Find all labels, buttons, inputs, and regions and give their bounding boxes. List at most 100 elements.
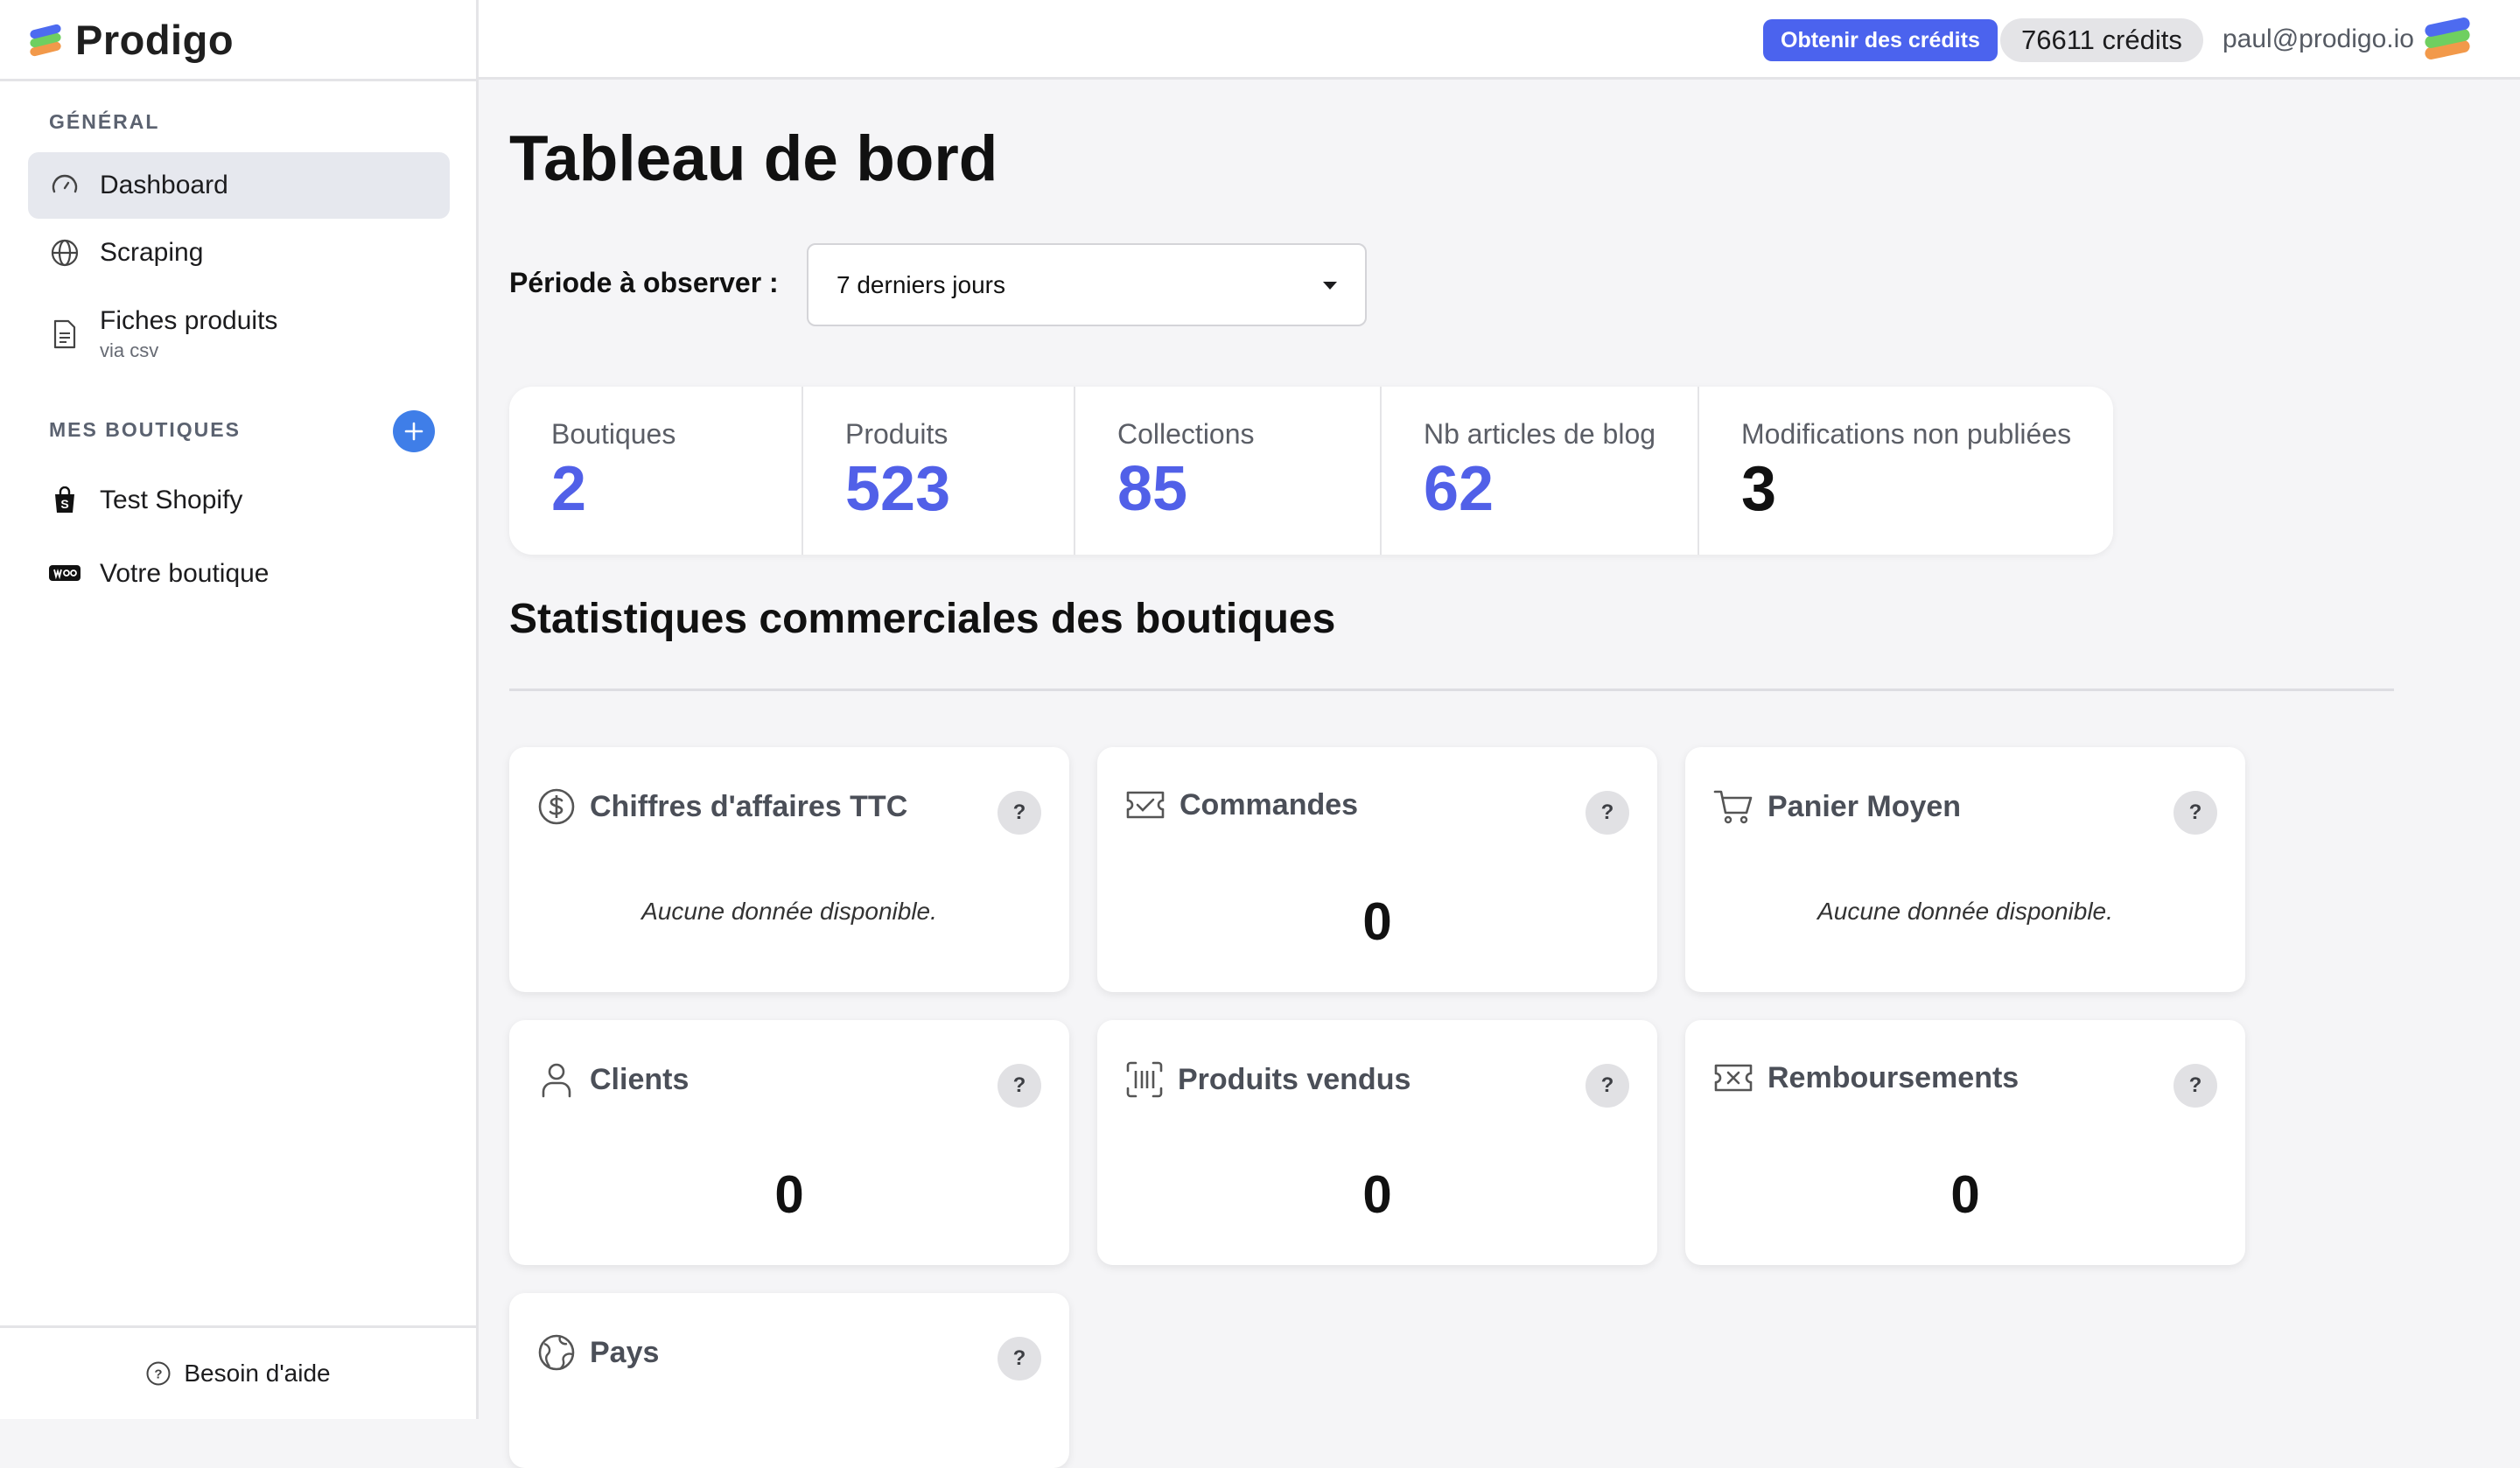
help-button[interactable]: ? xyxy=(998,791,1041,835)
add-shop-button[interactable] xyxy=(393,410,435,452)
globe-icon xyxy=(49,237,80,269)
help-button[interactable]: ? xyxy=(2174,1064,2217,1108)
sidebar-item-fiches-produits[interactable]: Fiches produits via csv xyxy=(28,294,450,374)
plus-icon xyxy=(404,422,424,441)
barcode-scan-icon xyxy=(1126,1061,1163,1098)
stat-value: 523 xyxy=(845,454,951,524)
ticket-check-icon xyxy=(1126,791,1165,819)
help-button[interactable]: ? xyxy=(1586,791,1629,835)
stat-articles-blog: Nb articles de blog 62 xyxy=(1382,387,1699,555)
sidebar-item-test-shopify[interactable]: S Test Shopify xyxy=(28,467,450,534)
sidebar-item-scraping[interactable]: Scraping xyxy=(28,220,450,286)
stat-value: 85 xyxy=(1117,454,1188,524)
sidebar-item-label: Test Shopify xyxy=(100,486,243,514)
card-title: Clients xyxy=(590,1062,690,1096)
logo[interactable]: Prodigo xyxy=(26,0,234,79)
card-empty-message: Aucune donnée disponible. xyxy=(1817,898,2113,925)
card-title: Pays xyxy=(590,1335,660,1369)
card-header: Produits vendus xyxy=(1125,1060,1410,1099)
section-title: Statistiques commerciales des boutiques xyxy=(509,596,1336,642)
stat-label: Nb articles de blog xyxy=(1424,418,1656,450)
card-header: Commandes xyxy=(1125,787,1358,822)
stats-summary: Boutiques 2 Produits 523 Collections 85 … xyxy=(509,387,2113,555)
help-circle-icon: ? xyxy=(146,1361,171,1386)
prodigo-logo-icon xyxy=(30,24,61,57)
card-title: Produits vendus xyxy=(1178,1062,1411,1096)
svg-text:?: ? xyxy=(155,1367,163,1382)
section-label-mes-boutiques: MES BOUTIQUES xyxy=(49,418,241,441)
sidebar-item-sublabel: via csv xyxy=(100,339,159,361)
page-title: Tableau de bord xyxy=(509,123,998,194)
card-title: Remboursements xyxy=(1768,1060,2020,1094)
sidebar-item-label: Scraping xyxy=(100,238,204,267)
card-title: Commandes xyxy=(1180,787,1359,821)
card-empty-message: Aucune donnée disponible. xyxy=(641,898,937,925)
chevron-down-icon xyxy=(1323,282,1337,290)
section-label-general: GÉNÉRAL xyxy=(49,110,160,133)
cart-icon xyxy=(1713,790,1753,824)
stat-label: Modifications non publiées xyxy=(1741,418,2072,450)
sidebar-item-dashboard[interactable]: Dashboard xyxy=(28,152,450,219)
card-produits-vendus: Produits vendus ? 0 xyxy=(1097,1020,1657,1265)
get-credits-button[interactable]: Obtenir des crédits xyxy=(1763,19,1998,61)
svg-text:S: S xyxy=(60,497,68,511)
help-button[interactable]: ? xyxy=(2174,791,2217,835)
shopify-bag-icon: S xyxy=(49,485,80,516)
card-clients: Clients ? 0 xyxy=(509,1020,1069,1265)
document-icon xyxy=(49,318,80,350)
stat-value: 62 xyxy=(1424,454,1494,524)
card-header: Panier Moyen xyxy=(1713,787,1961,826)
sidebar-divider xyxy=(0,79,476,81)
user-icon xyxy=(542,1063,571,1098)
period-select-value: 7 derniers jours xyxy=(836,270,1005,298)
credits-badge: 76611 crédits xyxy=(2000,18,2203,62)
stat-modifications: Modifications non publiées 3 xyxy=(1699,387,2113,555)
stat-label: Produits xyxy=(845,418,948,450)
sidebar-item-votre-boutique[interactable]: Votre boutique xyxy=(28,541,450,607)
card-header: Clients xyxy=(537,1060,689,1099)
card-header: Remboursements xyxy=(1713,1060,2019,1095)
card-panier-moyen: Panier Moyen ? Aucune donnée disponible. xyxy=(1685,747,2245,992)
period-select[interactable]: 7 derniers jours xyxy=(807,243,1367,326)
stat-produits: Produits 523 xyxy=(803,387,1075,555)
sidebar: Prodigo GÉNÉRAL Dashboard Scraping Fiche… xyxy=(0,0,479,1419)
card-pays: Pays ? xyxy=(509,1293,1069,1468)
gauge-icon xyxy=(49,170,80,201)
stat-value: 3 xyxy=(1741,454,1777,524)
card-header: Chiffres d'affaires TTC xyxy=(537,787,907,826)
period-label: Période à observer : xyxy=(509,267,779,298)
stat-label: Collections xyxy=(1117,418,1255,450)
avatar-logo-icon xyxy=(2425,17,2470,59)
ticket-x-icon xyxy=(1714,1064,1753,1092)
help-link[interactable]: ? Besoin d'aide xyxy=(0,1325,476,1419)
card-value: 0 xyxy=(1950,1165,1980,1224)
sidebar-item-label: Dashboard xyxy=(100,171,228,199)
sidebar-item-label: Fiches produits xyxy=(100,306,278,335)
card-value: 0 xyxy=(774,1165,804,1224)
help-button[interactable]: ? xyxy=(998,1064,1041,1108)
card-value: 0 xyxy=(1362,892,1392,951)
card-commandes: Commandes ? 0 xyxy=(1097,747,1657,992)
help-button[interactable]: ? xyxy=(998,1337,1041,1381)
sidebar-item-label: Votre boutique xyxy=(100,559,270,588)
woocommerce-icon xyxy=(49,558,80,590)
sidebar-item-text: Fiches produits via csv xyxy=(100,306,277,362)
stat-value: 2 xyxy=(551,454,587,524)
card-value: 0 xyxy=(1362,1165,1392,1224)
card-remboursements: Remboursements ? 0 xyxy=(1685,1020,2245,1265)
avatar[interactable] xyxy=(2419,10,2475,66)
help-button[interactable]: ? xyxy=(1586,1064,1629,1108)
dollar-circle-icon xyxy=(538,788,575,825)
app-name: Prodigo xyxy=(75,16,234,63)
stat-boutiques: Boutiques 2 xyxy=(509,387,803,555)
card-title: Panier Moyen xyxy=(1768,789,1962,823)
card-title: Chiffres d'affaires TTC xyxy=(590,789,908,823)
card-header: Pays xyxy=(537,1333,659,1372)
globe-grid-icon xyxy=(538,1334,575,1371)
topbar: Obtenir des crédits 76611 crédits paul@p… xyxy=(479,0,2520,80)
card-chiffre-affaires: Chiffres d'affaires TTC ? Aucune donnée … xyxy=(509,747,1069,992)
stat-label: Boutiques xyxy=(551,418,676,450)
user-email[interactable]: paul@prodigo.io xyxy=(2222,21,2414,58)
section-divider xyxy=(509,689,2394,691)
stat-collections: Collections 85 xyxy=(1075,387,1382,555)
